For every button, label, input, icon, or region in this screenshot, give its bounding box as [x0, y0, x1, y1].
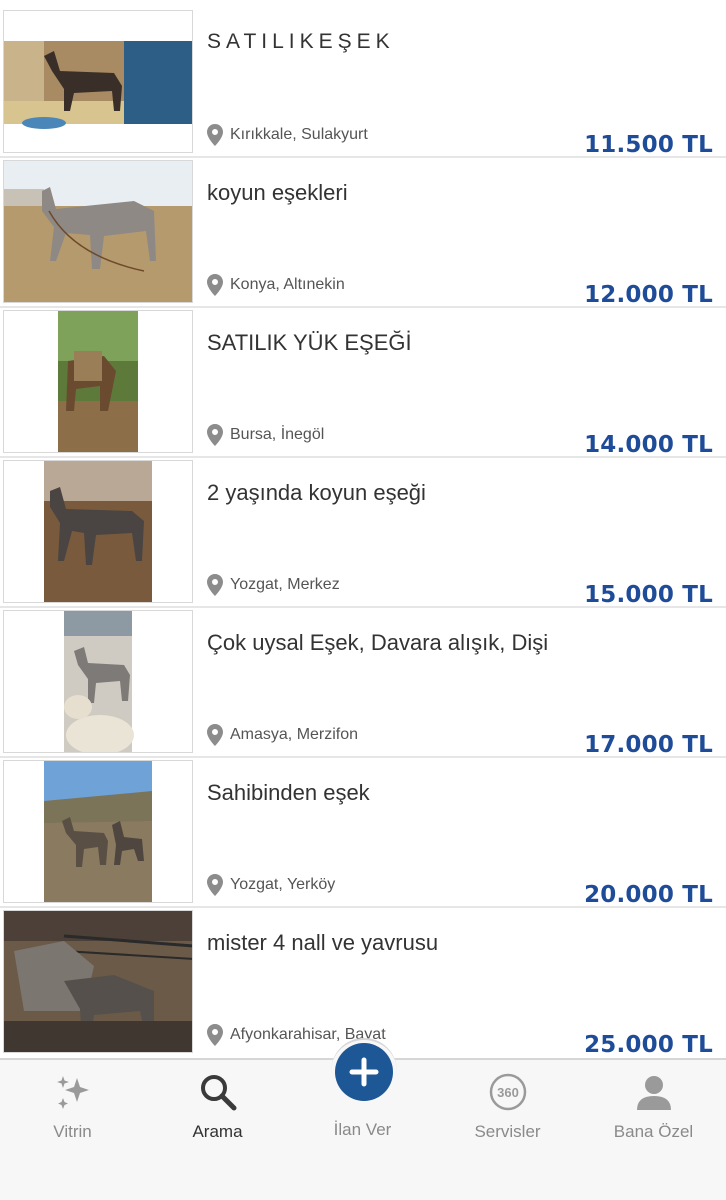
user-icon: [636, 1076, 671, 1110]
listing-location-text: Amasya, Merzifon: [230, 726, 359, 743]
listing-thumbnail[interactable]: [3, 760, 193, 903]
listing-location-text: Konya, Altınekin: [230, 276, 345, 293]
listing-row[interactable]: Çok uysal Eşek, Davara alışık, Dişi Amas…: [0, 608, 726, 758]
listing-list: SATILIKEŞEK Kırıkkale, Sulakyurt 11.500 …: [0, 0, 726, 1058]
listing-location-text: Yozgat, Merkez: [230, 576, 340, 593]
listing-thumbnail[interactable]: [3, 160, 193, 303]
tab-arama[interactable]: Arama: [145, 1060, 290, 1160]
tab-label: Arama: [192, 1122, 243, 1141]
listing-row[interactable]: 2 yaşında koyun eşeği Yozgat, Merkez 15.…: [0, 458, 726, 608]
listing-thumbnail[interactable]: [3, 610, 193, 753]
listing-row[interactable]: koyun eşekleri Konya, Altınekin 12.000 T…: [0, 158, 726, 308]
listing-thumbnail[interactable]: [3, 460, 193, 603]
listing-price: 11.500 TL: [584, 132, 713, 158]
location-pin-icon: [207, 274, 223, 296]
listing-row[interactable]: mister 4 nall ve yavrusu Afyonkarahisar,…: [0, 908, 726, 1058]
listing-price: 12.000 TL: [584, 282, 713, 308]
listing-location: Yozgat, Yerköy: [206, 872, 335, 898]
sparkle-icon: [56, 1076, 89, 1109]
listing-location: Konya, Altınekin: [206, 272, 345, 298]
listing-title[interactable]: 2 yaşında koyun eşeği: [207, 480, 706, 506]
listing-title[interactable]: SATILIK YÜK EŞEĞİ: [207, 330, 706, 356]
listing-title[interactable]: SATILIKEŞEK: [207, 30, 706, 54]
listing-location: Bursa, İnegöl: [206, 422, 324, 448]
listing-price: 15.000 TL: [584, 582, 713, 608]
location-pin-icon: [207, 724, 223, 746]
tab-label: İlan Ver: [333, 1120, 392, 1139]
bottom-tab-bar: Vitrin Arama İlan Ver 360 Servisler Bana…: [0, 1038, 726, 1200]
listing-row[interactable]: Sahibinden eşek Yozgat, Yerköy 20.000 TL: [0, 758, 726, 908]
360-icon: 360: [489, 1073, 526, 1111]
listing-thumbnail[interactable]: [3, 310, 193, 453]
post-listing-button[interactable]: [335, 1043, 393, 1101]
listing-location: Amasya, Merzifon: [206, 722, 358, 748]
tab-label: Bana Özel: [613, 1122, 694, 1141]
location-pin-icon: [207, 424, 223, 446]
search-icon: [200, 1075, 236, 1111]
svg-text:360: 360: [497, 1085, 519, 1100]
listing-price: 25.000 TL: [584, 1032, 713, 1058]
tab-label: Servisler: [474, 1122, 541, 1141]
location-pin-icon: [207, 1024, 223, 1046]
listing-location-text: Yozgat, Yerköy: [230, 876, 336, 893]
listing-price: 17.000 TL: [584, 732, 713, 758]
listing-location-text: Bursa, İnegöl: [230, 426, 325, 443]
tab-bana-ozel[interactable]: Bana Özel: [581, 1060, 726, 1160]
listing-row[interactable]: SATILIKEŞEK Kırıkkale, Sulakyurt 11.500 …: [0, 8, 726, 158]
tab-label: Vitrin: [53, 1122, 92, 1141]
tab-vitrin[interactable]: Vitrin: [0, 1060, 145, 1160]
listing-price: 20.000 TL: [584, 882, 713, 908]
plus-icon: [349, 1057, 379, 1087]
location-pin-icon: [207, 574, 223, 596]
listing-location-text: Kırıkkale, Sulakyurt: [230, 126, 368, 143]
listing-title[interactable]: Çok uysal Eşek, Davara alışık, Dişi: [207, 630, 706, 656]
listing-location: Kırıkkale, Sulakyurt: [206, 122, 368, 148]
location-pin-icon: [207, 874, 223, 896]
listing-title[interactable]: mister 4 nall ve yavrusu: [207, 930, 706, 956]
listing-price: 14.000 TL: [584, 432, 713, 458]
location-pin-icon: [207, 124, 223, 146]
listing-title[interactable]: Sahibinden eşek: [207, 780, 706, 806]
listing-location: Yozgat, Merkez: [206, 572, 340, 598]
listing-row[interactable]: SATILIK YÜK EŞEĞİ Bursa, İnegöl 14.000 T…: [0, 308, 726, 458]
listing-thumbnail[interactable]: [3, 910, 193, 1053]
listing-thumbnail[interactable]: [3, 10, 193, 153]
tab-servisler[interactable]: 360 Servisler: [435, 1060, 580, 1160]
listing-title[interactable]: koyun eşekleri: [207, 180, 706, 206]
